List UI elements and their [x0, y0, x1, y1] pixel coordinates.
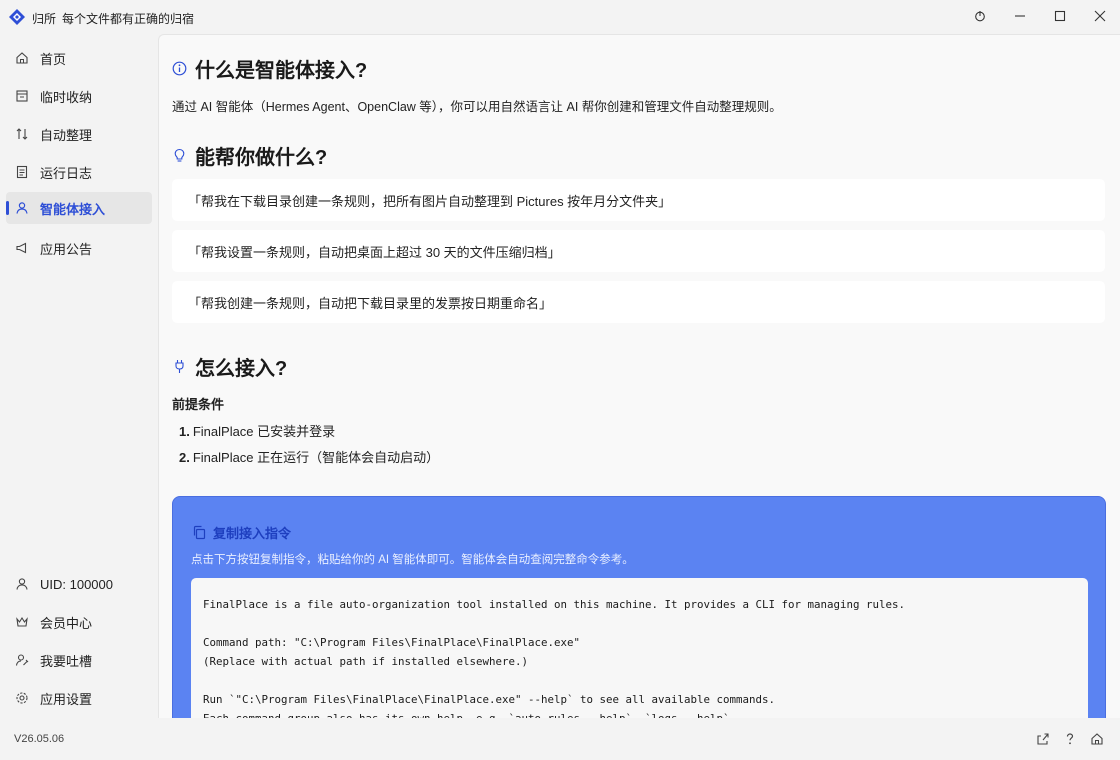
inbox-icon	[14, 88, 30, 104]
sidebar-item-label: UID: 100000	[40, 576, 113, 592]
plug-icon	[171, 359, 187, 375]
app-name: 归所	[32, 12, 57, 26]
instruction-code: FinalPlace is a file auto-organization t…	[203, 598, 906, 718]
sidebar-item-agent[interactable]: 智能体接入	[6, 192, 152, 224]
content-scrollbar[interactable]	[1112, 35, 1120, 718]
sidebar-item-membership[interactable]: 会员中心	[6, 606, 152, 638]
user-icon	[14, 576, 30, 592]
feedback-icon	[14, 652, 30, 668]
close-icon	[1094, 9, 1106, 25]
copy-instruction-button[interactable]: 复制接入指令	[191, 523, 291, 542]
section-title: 什么是智能体接入?	[195, 60, 368, 82]
active-indicator	[6, 201, 9, 215]
sidebar-item-label: 临时收纳	[40, 89, 93, 105]
step-text: FinalPlace 正在运行（智能体会自动启动）	[192, 450, 440, 465]
copy-icon	[191, 525, 207, 541]
sidebar-item-label: 应用公告	[40, 241, 93, 257]
section-title: 怎么接入?	[195, 358, 288, 380]
version-label: V26.05.06	[14, 733, 65, 745]
prereq-step: 2. FinalPlace 正在运行（智能体会自动启动）	[179, 447, 439, 466]
home-icon	[14, 50, 30, 66]
megaphone-icon	[14, 240, 30, 256]
home-icon[interactable]	[1088, 730, 1106, 748]
sidebar-item-label: 自动整理	[40, 127, 93, 143]
sidebar-item-logs[interactable]: 运行日志	[6, 156, 152, 188]
sidebar-item-inbox[interactable]: 临时收纳	[6, 80, 152, 112]
info-icon	[171, 61, 187, 77]
prereq-step: 1. FinalPlace 已安装并登录	[179, 421, 335, 440]
step-number: 2.	[179, 450, 190, 465]
sidebar: 首页 临时收纳 自动整理 运行日志 智能体接入 应用公告 UID: 100000…	[0, 34, 158, 718]
log-icon	[14, 164, 30, 180]
sidebar-item-auto-organize[interactable]: 自动整理	[6, 118, 152, 150]
section-how-to-connect: 怎么接入?	[171, 352, 287, 381]
title-bar: 归所 每个文件都有正确的归宿	[0, 0, 1120, 34]
minimize-button[interactable]	[1000, 0, 1040, 34]
sidebar-item-home[interactable]: 首页	[6, 42, 152, 74]
app-slogan: 每个文件都有正确的归宿	[62, 12, 195, 26]
share-icon[interactable]	[1034, 730, 1052, 748]
sort-icon	[14, 126, 30, 142]
copy-instruction-card: 复制接入指令 点击下方按钮复制指令，粘贴给你的 AI 智能体即可。智能体会自动查…	[172, 496, 1106, 718]
section-what-is-agent: 什么是智能体接入?	[171, 54, 367, 83]
example-prompt-2: 「帮我设置一条规则，自动把桌面上超过 30 天的文件压缩归档」	[172, 230, 1105, 272]
app-logo-icon	[8, 8, 26, 26]
pin-button[interactable]	[960, 0, 1000, 34]
copy-title-label: 复制接入指令	[213, 526, 292, 541]
maximize-button[interactable]	[1040, 0, 1080, 34]
close-button[interactable]	[1080, 0, 1120, 34]
sidebar-item-label: 运行日志	[40, 165, 93, 181]
sidebar-item-label: 首页	[40, 51, 67, 67]
section-title: 能帮你做什么?	[195, 147, 328, 169]
agent-icon	[14, 200, 30, 216]
sidebar-item-label: 会员中心	[40, 615, 93, 631]
status-bar: V26.05.06	[0, 718, 1120, 760]
section-description: 通过 AI 智能体（Hermes Agent、OpenClaw 等），你可以用自…	[172, 100, 782, 114]
sidebar-item-label: 应用设置	[40, 691, 93, 707]
example-prompt-1: 「帮我在下载目录创建一条规则，把所有图片自动整理到 Pictures 按年月分文…	[172, 179, 1105, 221]
main-content: 什么是智能体接入? 通过 AI 智能体（Hermes Agent、OpenCla…	[158, 34, 1120, 718]
minimize-icon	[1014, 9, 1026, 25]
maximize-icon	[1054, 9, 1066, 25]
settings-icon	[14, 690, 30, 706]
sidebar-item-uid[interactable]: UID: 100000	[6, 568, 152, 600]
sidebar-item-announcements[interactable]: 应用公告	[6, 232, 152, 264]
sidebar-item-feedback[interactable]: 我要吐槽	[6, 644, 152, 676]
lightbulb-icon	[171, 148, 187, 164]
copy-description: 点击下方按钮复制指令，粘贴给你的 AI 智能体即可。智能体会自动查阅完整命令参考…	[191, 554, 634, 566]
example-prompt-3: 「帮我创建一条规则，自动把下载目录里的发票按日期重命名」	[172, 281, 1105, 323]
crown-icon	[14, 614, 30, 630]
prereq-title: 前提条件	[172, 397, 225, 412]
sidebar-item-label: 我要吐槽	[40, 653, 93, 669]
sidebar-item-label: 智能体接入	[40, 201, 106, 217]
section-what-can-do: 能帮你做什么?	[171, 141, 327, 170]
sidebar-item-settings[interactable]: 应用设置	[6, 682, 152, 714]
help-icon[interactable]	[1061, 730, 1079, 748]
step-number: 1.	[179, 424, 190, 439]
step-text: FinalPlace 已安装并登录	[192, 424, 336, 439]
pin-icon	[974, 9, 986, 25]
instruction-code-box[interactable]: FinalPlace is a file auto-organization t…	[191, 578, 1088, 718]
